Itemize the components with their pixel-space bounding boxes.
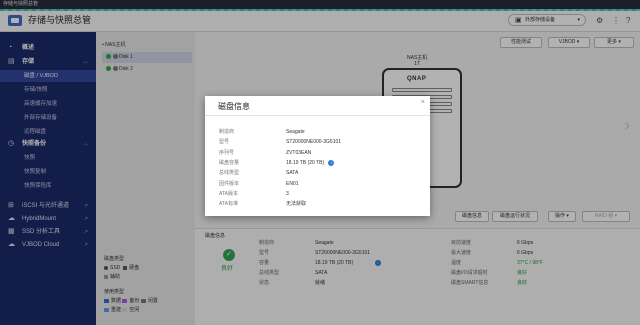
dialog-row-ata-standard: ATA标准 无法获取 bbox=[219, 201, 307, 207]
dialog-row-serial: 序列号 ZVT03EAN bbox=[219, 150, 312, 156]
dialog-row-manufacturer: 制造商 Seagate bbox=[219, 129, 305, 135]
dialog-row-bus-type: 总线类型 SATA bbox=[219, 170, 299, 176]
close-icon[interactable]: × bbox=[421, 99, 425, 107]
dialog-row-model: 型号 ST20000NE000-3G5101 bbox=[219, 139, 342, 145]
dialog-row-ata-version: ATA版本 3 bbox=[219, 191, 289, 197]
dialog-row-firmware: 固件版本 EN01 bbox=[219, 181, 299, 187]
disk-info-dialog: 磁盘信息 × 制造商 Seagate 型号 ST20000NE000-3G5101 … bbox=[205, 96, 430, 216]
dialog-header: 磁盘信息 × bbox=[205, 96, 430, 116]
dialog-title: 磁盘信息 bbox=[218, 102, 250, 111]
dialog-row-capacity: 磁盘容量 18.19 TB (20 TB) i bbox=[205, 159, 430, 168]
info-icon[interactable]: i bbox=[328, 159, 335, 166]
